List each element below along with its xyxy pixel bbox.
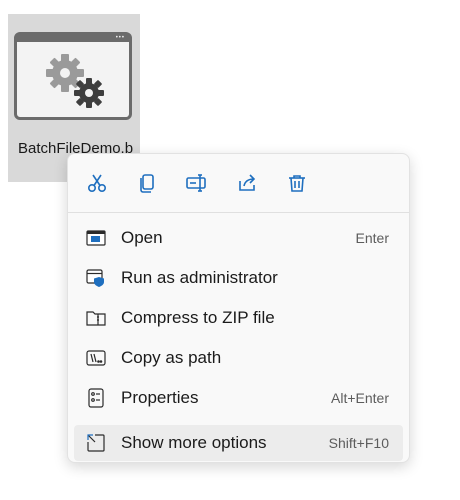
share-icon	[239, 174, 256, 191]
menu-item-label: Show more options	[121, 433, 267, 452]
menu-item-copy-as-path[interactable]: Copy as path	[74, 340, 403, 376]
menu-item-open[interactable]: Open Enter	[74, 220, 403, 256]
menu-item-run-as-administrator[interactable]: Run as administrator	[74, 260, 403, 296]
delete-button[interactable]	[282, 169, 312, 197]
file-icon-titlebar: •••	[17, 35, 129, 42]
menu-item-label: Open	[121, 228, 163, 247]
copy-icon	[140, 174, 154, 193]
gears-icon	[46, 54, 104, 108]
menu-item-label: Compress to ZIP file	[121, 308, 275, 327]
context-menu-toolbar	[68, 154, 409, 212]
context-menu: Open Enter Run as administrator Compress…	[67, 153, 410, 463]
copy-path-icon	[86, 348, 106, 368]
menu-item-shortcut: Alt+Enter	[331, 390, 389, 406]
toolbar-divider	[68, 212, 409, 213]
cut-button[interactable]	[82, 169, 112, 197]
rename-icon	[186, 174, 206, 192]
menu-item-shortcut: Shift+F10	[328, 435, 389, 451]
admin-shield-icon	[86, 268, 106, 288]
menu-item-label: Copy as path	[121, 348, 222, 367]
batch-file-icon: •••	[14, 32, 132, 120]
menu-item-label: Run as administrator	[121, 268, 278, 287]
delete-icon	[289, 175, 305, 192]
zip-folder-icon	[86, 308, 106, 328]
show-more-options-icon	[86, 433, 106, 453]
properties-icon	[86, 388, 106, 408]
share-button[interactable]	[232, 169, 262, 197]
menu-item-label: Properties	[121, 388, 199, 407]
copy-button[interactable]	[132, 169, 162, 197]
rename-button[interactable]	[182, 169, 212, 197]
menu-item-properties[interactable]: Properties Alt+Enter	[74, 380, 403, 416]
menu-item-show-more-options[interactable]: Show more options Shift+F10	[74, 425, 403, 461]
menu-item-shortcut: Enter	[355, 230, 389, 246]
cut-icon	[87, 174, 107, 193]
open-window-icon	[86, 228, 106, 248]
menu-item-compress-to-zip[interactable]: Compress to ZIP file	[74, 300, 403, 336]
